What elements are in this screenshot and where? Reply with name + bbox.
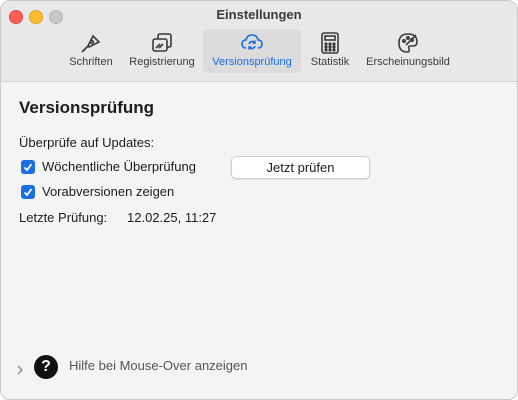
window-title: Einstellungen — [216, 7, 302, 22]
check-updates-label: Überprüfe auf Updates: — [19, 135, 155, 150]
tab-label: Erscheinungsbild — [366, 56, 450, 68]
last-check-value: 12.02.25, 11:27 — [127, 210, 217, 225]
pen-nib-icon — [79, 32, 103, 54]
cloud-sync-icon — [240, 32, 264, 54]
page-title: Versionsprüfung — [19, 98, 155, 117]
calculator-icon — [318, 32, 342, 54]
tab-label: Statistik — [310, 56, 350, 68]
chevron-right-icon[interactable] — [16, 362, 24, 380]
tab-statistik[interactable]: Statistik — [305, 29, 355, 73]
palette-icon — [396, 32, 420, 54]
preferences-toolbar: Schriften Registrierung Versionsprüfung … — [1, 29, 517, 75]
help-hover-label: Hilfe bei Mouse-Over anzeigen — [69, 358, 248, 373]
title-bar: Einstellungen Schriften Registrierung Ve… — [1, 1, 517, 82]
tab-label: Versionsprüfung — [212, 56, 292, 68]
tab-label: Registrierung — [129, 56, 195, 68]
check-now-button[interactable]: Jetzt prüfen — [231, 156, 370, 179]
tab-erscheinungsbild[interactable]: Erscheinungsbild — [359, 29, 457, 73]
tab-versionspruefung[interactable]: Versionsprüfung — [203, 29, 301, 73]
weekly-check-label: Wöchentliche Überprüfung — [42, 159, 196, 174]
preferences-window: Einstellungen Schriften Registrierung Ve… — [0, 0, 518, 400]
last-check-label: Letzte Prüfung: — [19, 210, 108, 225]
help-button[interactable]: ? — [34, 355, 58, 379]
weekly-check-checkbox[interactable] — [21, 160, 35, 174]
preferences-content: Versionsprüfung Überprüfe auf Updates: W… — [1, 82, 517, 399]
registration-icon — [150, 32, 174, 54]
prerelease-checkbox[interactable] — [21, 185, 35, 199]
tab-registrierung[interactable]: Registrierung — [123, 29, 201, 73]
tab-schriften[interactable]: Schriften — [63, 29, 119, 73]
tab-label: Schriften — [69, 56, 113, 68]
prerelease-label: Vorabversionen zeigen — [42, 184, 175, 199]
